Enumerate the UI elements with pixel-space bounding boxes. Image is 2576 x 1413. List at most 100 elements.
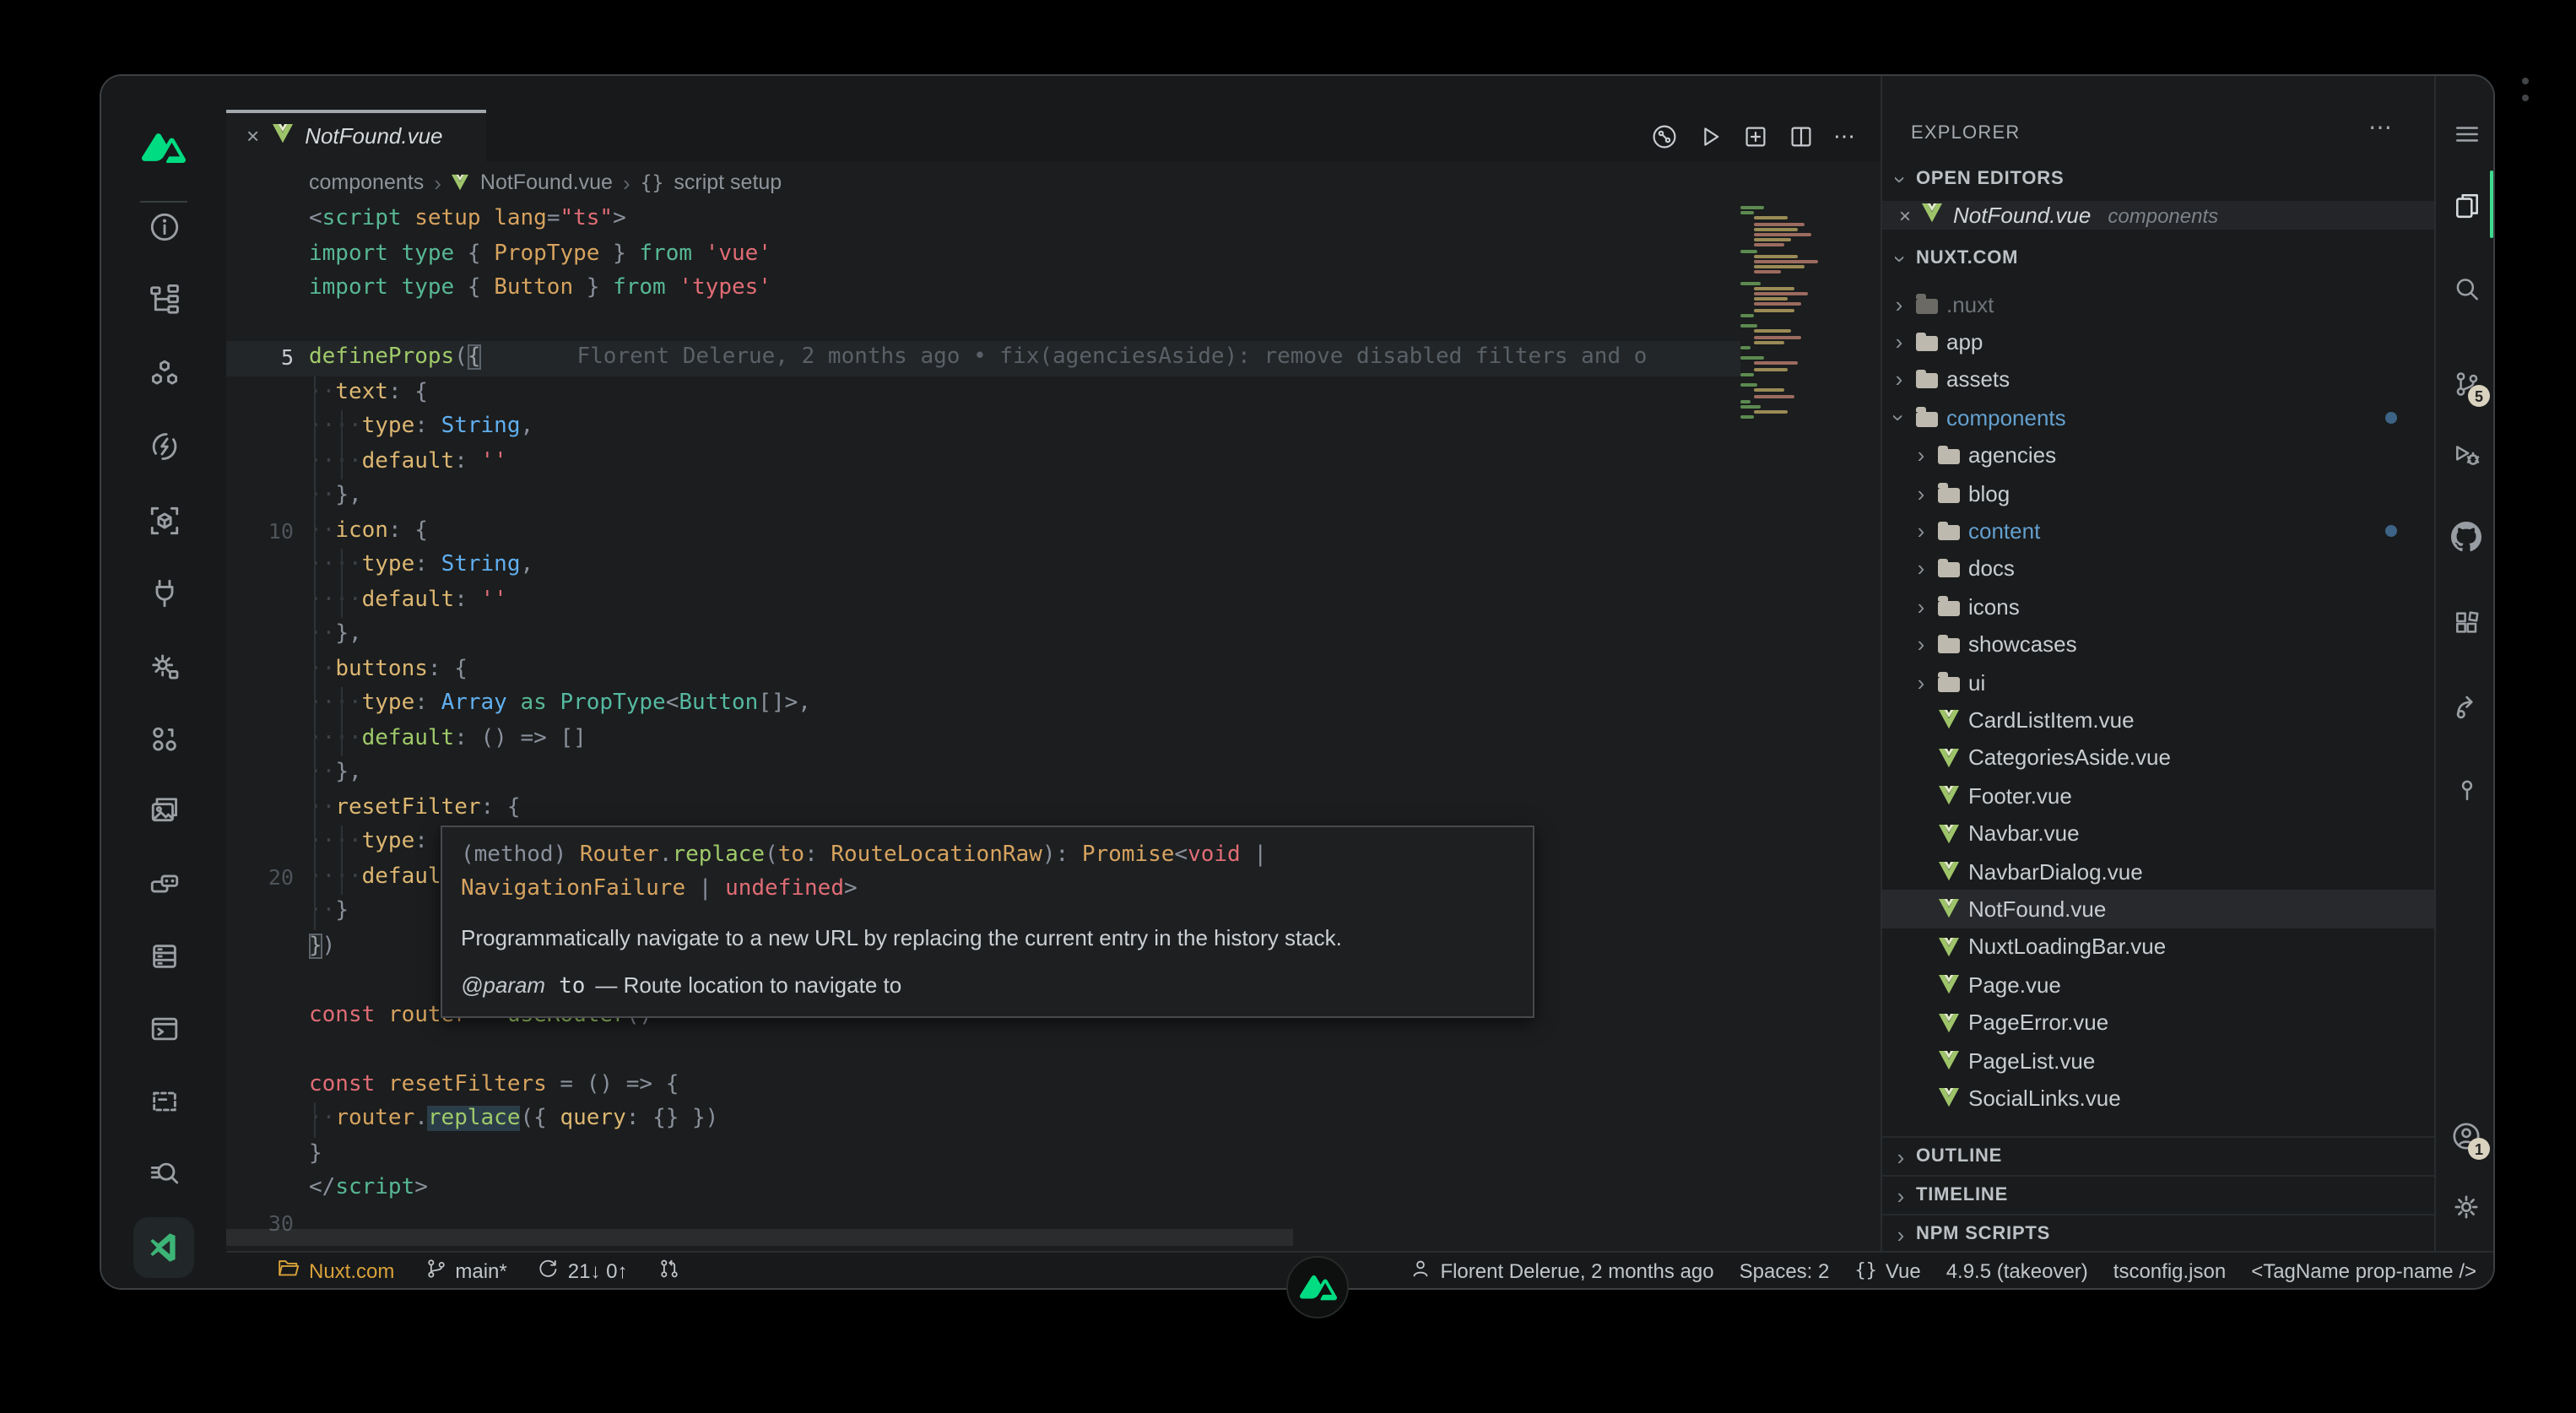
code-line-7[interactable]: ····type: String, <box>226 410 1881 445</box>
code-line-9[interactable]: ··}, <box>226 479 1881 514</box>
status-item-tagname-prop-name[interactable]: <TagName prop-name /> <box>2251 1259 2476 1282</box>
terminal-icon[interactable] <box>137 1001 191 1055</box>
tab-close-icon[interactable]: × <box>246 125 259 147</box>
run-debug-icon[interactable] <box>2451 439 2481 469</box>
code-line-11[interactable]: ····type: String, <box>226 549 1881 583</box>
breadcrumb-item[interactable]: script setup <box>674 171 782 194</box>
status-item-nuxt-com[interactable]: Nuxt.com <box>277 1256 394 1285</box>
component-inspector-icon[interactable] <box>137 493 191 547</box>
code-editor[interactable]: <script setup lang="ts">import type { Pr… <box>226 203 1881 1241</box>
code-line-2[interactable]: import type { PropType } from 'vue' <box>226 237 1881 272</box>
npm-scripts-section[interactable]: › NPM SCRIPTS <box>1882 1214 2434 1253</box>
more-actions-icon[interactable]: ⋯ <box>1833 122 1857 149</box>
account-icon[interactable]: 1 <box>2451 1121 2481 1151</box>
code-line-5[interactable]: 5defineProps({Florent Delerue, 2 months … <box>226 341 1881 376</box>
code-line-17[interactable]: ··}, <box>226 756 1881 791</box>
tree-item--nuxt[interactable]: ›.nuxt <box>1882 285 2434 323</box>
status-item-21-0[interactable]: 21↓ 0↑ <box>538 1257 628 1284</box>
tree-item-assets[interactable]: ›assets <box>1882 361 2434 399</box>
code-line-1[interactable]: <script setup lang="ts"> <box>226 203 1881 237</box>
modules-hexagons-icon[interactable] <box>137 346 191 400</box>
workspace-root-header[interactable]: › NUXT.COM <box>1882 243 2434 273</box>
vscode-logo-icon[interactable] <box>133 1217 194 1278</box>
breadcrumb[interactable]: components› NotFound.vue›{}script setup <box>226 162 1881 203</box>
status-item-4-9-5-takeover[interactable]: 4.9.5 (takeover) <box>1946 1259 2088 1282</box>
code-line-13[interactable]: ··}, <box>226 618 1881 652</box>
status-item-git-pull-request[interactable] <box>658 1257 679 1284</box>
timeline-section[interactable]: › TIMELINE <box>1882 1175 2434 1214</box>
run-icon[interactable] <box>1697 122 1724 149</box>
tree-item-content[interactable]: ›content <box>1882 512 2434 550</box>
tree-item-docs[interactable]: ›docs <box>1882 550 2434 587</box>
code-line-3[interactable]: import type { Button } from 'types' <box>226 272 1881 306</box>
breadcrumb-item[interactable]: NotFound.vue <box>480 171 613 194</box>
tree-item-nuxtloadingbar-vue[interactable]: NuxtLoadingBar.vue <box>1882 928 2434 966</box>
tree-item-navbardialog-vue[interactable]: NavbarDialog.vue <box>1882 853 2434 891</box>
gear-icon[interactable] <box>2451 1192 2481 1222</box>
github-icon[interactable] <box>2451 522 2481 552</box>
search-logs-icon[interactable] <box>137 1146 191 1200</box>
new-file-icon[interactable] <box>1742 122 1769 149</box>
code-line-29[interactable]: </script> <box>226 1172 1881 1206</box>
tree-item-ui[interactable]: ›ui <box>1882 663 2434 701</box>
status-item-vue[interactable]: {}Vue <box>1854 1259 1920 1282</box>
close-icon[interactable]: × <box>1899 203 1911 227</box>
tree-item-notfound-vue[interactable]: NotFound.vue <box>1882 891 2434 928</box>
tree-item-footer-vue[interactable]: Footer.vue <box>1882 777 2434 815</box>
search-icon[interactable] <box>2451 273 2481 304</box>
pin-commit-icon[interactable] <box>2451 773 2481 804</box>
code-line-18[interactable]: ··resetFilter: { <box>226 791 1881 826</box>
tree-item-navbar-vue[interactable]: Navbar.vue <box>1882 815 2434 853</box>
extensions-icon[interactable] <box>2451 608 2481 638</box>
tree-item-app[interactable]: ›app <box>1882 323 2434 361</box>
code-line-26[interactable]: const resetFilters = () => { <box>226 1068 1881 1102</box>
status-item-florent-delerue-2-months-ago[interactable]: Florent Delerue, 2 months ago <box>1410 1257 1713 1284</box>
tree-item-sociallinks-vue[interactable]: SocialLinks.vue <box>1882 1079 2434 1117</box>
tree-item-components[interactable]: ›components <box>1882 398 2434 436</box>
pages-tree-icon[interactable] <box>137 272 191 326</box>
open-editor-notfound[interactable]: × NotFound.vue components <box>1882 201 2434 230</box>
menu-icon[interactable] <box>2451 118 2481 149</box>
nitro-swirl-icon[interactable] <box>137 419 191 473</box>
open-editors-header[interactable]: › OPEN EDITORS <box>1882 164 2434 194</box>
linked-modules-icon[interactable] <box>137 856 191 910</box>
status-item-main[interactable]: main* <box>425 1257 506 1284</box>
tab-notfound-vue[interactable]: × NotFound.vue <box>226 110 486 162</box>
code-line-10[interactable]: 10··icon: { <box>226 514 1881 549</box>
tree-item-categoriesaside-vue[interactable]: CategoriesAside.vue <box>1882 739 2434 777</box>
explorer-more-icon[interactable]: ⋯ <box>2368 113 2394 142</box>
tree-item-page-vue[interactable]: Page.vue <box>1882 966 2434 1004</box>
code-line-12[interactable]: ····default: '' <box>226 583 1881 618</box>
tree-item-pagelist-vue[interactable]: PageList.vue <box>1882 1042 2434 1080</box>
tree-item-blog[interactable]: ›blog <box>1882 474 2434 512</box>
tree-item-cardlistitem-vue[interactable]: CardListItem.vue <box>1882 701 2434 739</box>
status-item-spaces-2[interactable]: Spaces: 2 <box>1740 1259 1830 1282</box>
horizontal-scrollbar[interactable] <box>226 1229 1881 1246</box>
info-icon[interactable] <box>137 199 191 253</box>
tree-item-showcases[interactable]: ›showcases <box>1882 625 2434 663</box>
source-control-icon[interactable]: 5 <box>2451 368 2481 398</box>
tree-item-agencies[interactable]: ›agencies <box>1882 436 2434 474</box>
code-line-16[interactable]: ····default: () => [] <box>226 722 1881 756</box>
minimap[interactable] <box>1740 206 1869 611</box>
split-editor-icon[interactable] <box>1788 122 1815 149</box>
code-line-28[interactable]: } <box>226 1137 1881 1172</box>
code-line-8[interactable]: ····default: '' <box>226 445 1881 479</box>
timeline-icon[interactable] <box>1651 122 1678 149</box>
settings-gear-box-icon[interactable] <box>137 638 191 692</box>
explorer-files-icon[interactable] <box>2451 189 2481 219</box>
code-line-6[interactable]: ··text: { <box>226 376 1881 410</box>
code-line-27[interactable]: ··router.replace({ query: {} }) <box>226 1102 1881 1137</box>
status-item-tsconfig-json[interactable]: tsconfig.json <box>2113 1259 2226 1282</box>
plug-icon[interactable] <box>137 566 191 620</box>
selection-region-icon[interactable] <box>137 1074 191 1128</box>
tree-item-icons[interactable]: ›icons <box>1882 587 2434 625</box>
tree-item-pageerror-vue[interactable]: PageError.vue <box>1882 1004 2434 1042</box>
server-storage-icon[interactable] <box>137 928 191 983</box>
breadcrumb-item[interactable]: components <box>309 171 424 194</box>
composables-icon[interactable] <box>137 711 191 765</box>
code-line-25[interactable] <box>226 1033 1881 1068</box>
share-icon[interactable] <box>2451 690 2481 721</box>
outline-section[interactable]: › OUTLINE <box>1882 1136 2434 1175</box>
code-line-15[interactable]: ····type: Array as PropType<Button[]>, <box>226 687 1881 722</box>
